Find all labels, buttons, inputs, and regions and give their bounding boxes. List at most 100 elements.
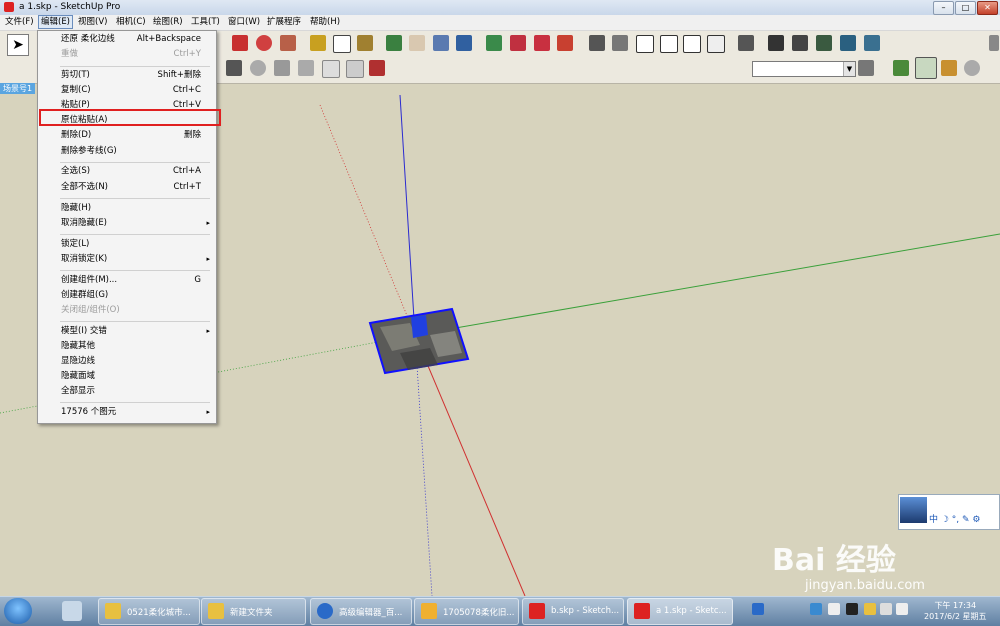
- menu-separator: [60, 321, 210, 322]
- ime-toolbar[interactable]: 中 ☽ °, ✎ ⚙: [898, 494, 1000, 530]
- minimize-button[interactable]: –: [933, 1, 954, 15]
- scale-tool-icon[interactable]: [280, 35, 296, 51]
- menu-lock[interactable]: 锁定(L): [39, 237, 215, 251]
- toggle-terrain-icon[interactable]: [915, 57, 937, 79]
- hidden-line-icon[interactable]: [792, 35, 808, 51]
- toolbar-overflow-icon[interactable]: [989, 35, 999, 51]
- move-tool-icon[interactable]: [232, 35, 248, 51]
- front-view-icon[interactable]: [636, 35, 654, 53]
- paint-bucket-icon[interactable]: [357, 35, 373, 51]
- calculator-icon[interactable]: [62, 601, 82, 621]
- menu-hide[interactable]: 隐藏(H): [39, 201, 215, 215]
- menu-entity-count[interactable]: 17576 个图元 ▸: [39, 405, 215, 419]
- menu-make-group[interactable]: 创建群组(G): [39, 288, 215, 302]
- extension-warehouse-icon[interactable]: [510, 35, 526, 51]
- sketchup-icon: [529, 603, 545, 619]
- menu-edit[interactable]: 编辑(E): [38, 15, 74, 29]
- scene-tab[interactable]: 场景号1: [0, 83, 36, 94]
- menu-camera[interactable]: 相机(C): [114, 16, 148, 28]
- section-plane-icon[interactable]: [369, 60, 385, 76]
- rotate-tool-icon[interactable]: [256, 35, 272, 51]
- menu-window[interactable]: 窗口(W): [226, 16, 262, 28]
- layout-send-icon[interactable]: [557, 35, 573, 51]
- close-button[interactable]: ✕: [977, 1, 998, 15]
- pan-icon[interactable]: [409, 35, 425, 51]
- share-model-icon[interactable]: [534, 35, 550, 51]
- back-view-icon[interactable]: [683, 35, 701, 53]
- start-button[interactable]: [4, 598, 32, 624]
- add-location-icon[interactable]: [893, 60, 909, 76]
- right-view-icon[interactable]: [660, 35, 678, 53]
- layer-manager-icon[interactable]: [858, 60, 874, 76]
- tape-measure-icon[interactable]: [310, 35, 326, 51]
- menu-toggle-edges[interactable]: 显隐边线: [39, 354, 215, 368]
- submenu-arrow-icon: ▸: [206, 327, 210, 335]
- sketchup-app-icon: [4, 2, 14, 12]
- folder-icon: [105, 603, 121, 619]
- solid-tools-icon[interactable]: [298, 60, 314, 76]
- menu-hide-others[interactable]: 隐藏其他: [39, 339, 215, 353]
- submenu-arrow-icon: ▸: [206, 408, 210, 416]
- maximize-button[interactable]: □: [955, 1, 976, 15]
- layer-dropdown[interactable]: ▼: [752, 61, 856, 77]
- preview-google-earth-icon[interactable]: [964, 60, 980, 76]
- menu-delete[interactable]: 删除(D) 删除: [39, 128, 215, 142]
- menu-make-component[interactable]: 创建组件(M)... G: [39, 273, 215, 287]
- offset-icon[interactable]: [250, 60, 266, 76]
- qq-icon[interactable]: [846, 603, 858, 615]
- menu-file[interactable]: 文件(F): [3, 16, 36, 28]
- menu-help[interactable]: 帮助(H): [308, 16, 342, 28]
- menu-draw[interactable]: 绘图(R): [151, 16, 185, 28]
- sandbox-icon[interactable]: [322, 60, 340, 78]
- penguin-icon[interactable]: [864, 603, 876, 615]
- menu-select-none[interactable]: 全部不选(N) Ctrl+T: [39, 180, 215, 194]
- menu-tools[interactable]: 工具(T): [189, 16, 222, 28]
- menu-undo[interactable]: 还原 柔化边线 Alt+Backspace: [39, 32, 215, 46]
- volume-icon[interactable]: [896, 603, 908, 615]
- monochrome-icon[interactable]: [864, 35, 880, 51]
- taskbar-clock[interactable]: 下午 17:34 2017/6/2 星期五: [924, 600, 986, 622]
- taskbar-item[interactable]: b.skp - Sketch...: [522, 598, 624, 625]
- menu-unlock[interactable]: 取消锁定(K) ▸: [39, 252, 215, 266]
- menu-select-all[interactable]: 全选(S) Ctrl+A: [39, 164, 215, 178]
- wifi-icon[interactable]: [880, 603, 892, 615]
- qq-input-icon[interactable]: [752, 603, 764, 615]
- menu-show-all[interactable]: 全部显示: [39, 384, 215, 398]
- menu-cut[interactable]: 剪切(T) Shift+删除: [39, 68, 215, 82]
- 3d-warehouse-icon[interactable]: [486, 35, 502, 51]
- taskbar-item[interactable]: 新建文件夹: [201, 598, 306, 625]
- taskbar-item-active[interactable]: a 1.skp - Sketc...: [627, 598, 733, 625]
- menu-copy[interactable]: 复制(C) Ctrl+C: [39, 83, 215, 97]
- orbit-icon[interactable]: [386, 35, 402, 51]
- menu-unhide[interactable]: 取消隐藏(E) ▸: [39, 216, 215, 230]
- zoom-icon[interactable]: [433, 35, 449, 51]
- shield-icon[interactable]: [810, 603, 822, 615]
- left-view-icon[interactable]: [707, 35, 725, 53]
- follow-me-icon[interactable]: [226, 60, 242, 76]
- top-view-icon[interactable]: [612, 35, 628, 51]
- text-tool-icon[interactable]: [333, 35, 351, 53]
- menu-intersect[interactable]: 模型(I) 交错 ▸: [39, 324, 215, 338]
- xray-icon[interactable]: [738, 35, 754, 51]
- menu-hide-faces[interactable]: 隐藏面域: [39, 369, 215, 383]
- drape-icon[interactable]: [346, 60, 364, 78]
- menu-view[interactable]: 视图(V): [76, 16, 109, 28]
- zoom-extents-icon[interactable]: [456, 35, 472, 51]
- select-tool-icon[interactable]: ➤: [7, 34, 29, 56]
- green-axis: [414, 233, 1000, 336]
- wireframe-icon[interactable]: [768, 35, 784, 51]
- building-model[interactable]: [411, 315, 428, 338]
- shaded-textures-icon[interactable]: [840, 35, 856, 51]
- network-icon[interactable]: [828, 603, 840, 615]
- photo-textures-icon[interactable]: [941, 60, 957, 76]
- sketchup-icon: [634, 603, 650, 619]
- intersect-icon[interactable]: [274, 60, 290, 76]
- taskbar-item[interactable]: 高级编辑器_百...: [310, 598, 412, 625]
- chevron-down-icon[interactable]: ▼: [843, 62, 855, 76]
- shaded-icon[interactable]: [816, 35, 832, 51]
- taskbar-item[interactable]: 0521柔化城市...: [98, 598, 200, 625]
- taskbar-item[interactable]: 1705078柔化旧...: [414, 598, 519, 625]
- menu-delete-guides[interactable]: 删除参考线(G): [39, 144, 215, 158]
- iso-view-icon[interactable]: [589, 35, 605, 51]
- menu-extensions[interactable]: 扩展程序: [265, 16, 303, 28]
